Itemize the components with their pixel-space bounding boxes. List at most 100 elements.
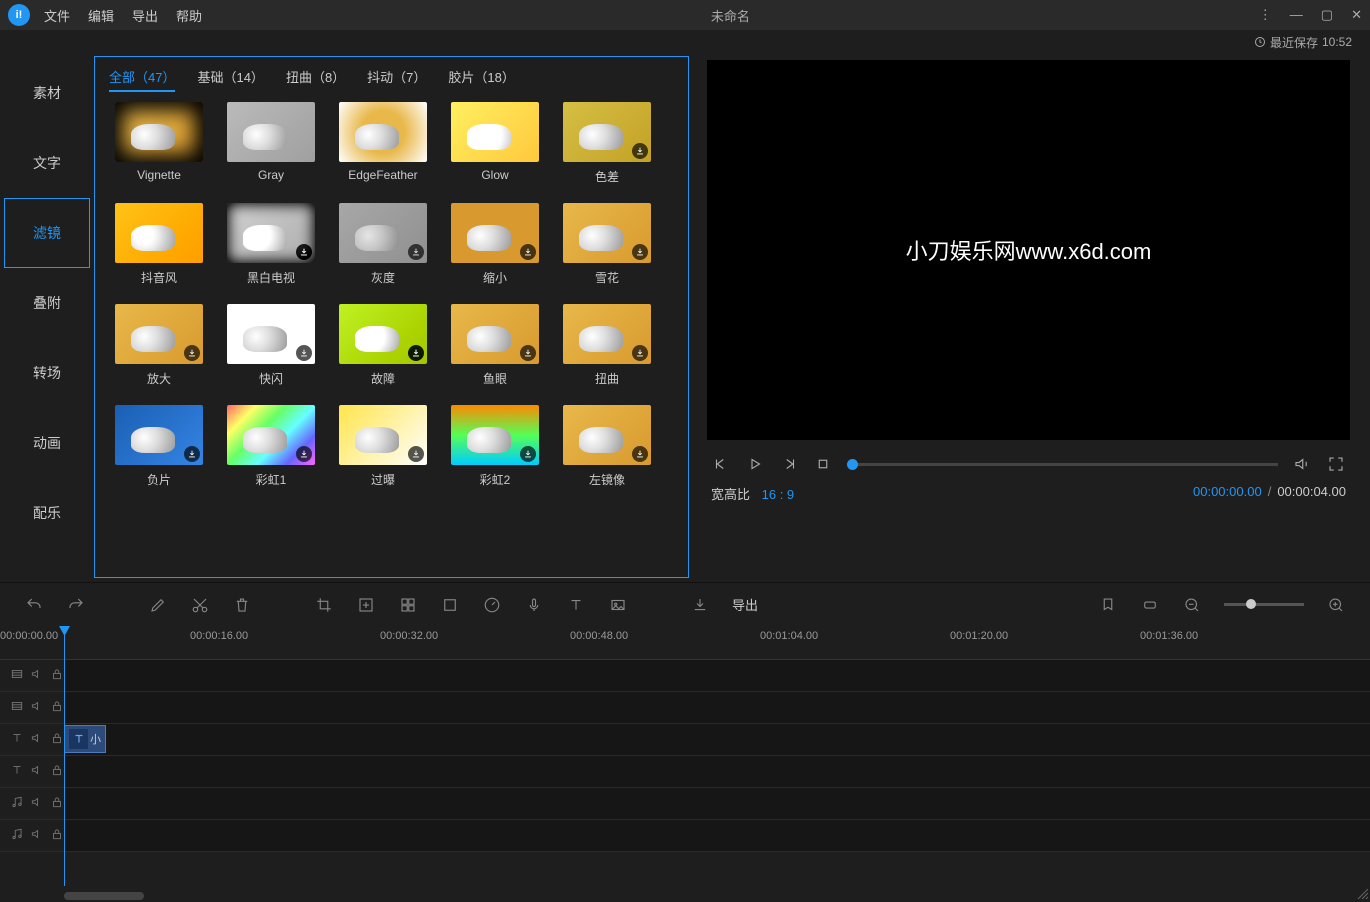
mute-icon[interactable]: [30, 731, 44, 748]
minimize-button[interactable]: —: [1290, 7, 1303, 23]
sidebar-item-4[interactable]: 转场: [0, 338, 94, 408]
download-icon[interactable]: [408, 244, 424, 260]
delete-icon[interactable]: [232, 595, 252, 615]
lock-icon[interactable]: [50, 795, 64, 812]
text-tool-icon[interactable]: [566, 595, 586, 615]
crop-icon[interactable]: [314, 595, 334, 615]
sidebar-item-6[interactable]: 配乐: [0, 478, 94, 548]
filter-Gray[interactable]: Gray: [221, 102, 321, 185]
more-icon[interactable]: ⋮: [1259, 7, 1272, 23]
export-icon[interactable]: [690, 595, 710, 615]
filter-黑白电视[interactable]: 黑白电视: [221, 203, 321, 286]
add-icon[interactable]: [356, 595, 376, 615]
download-icon[interactable]: [632, 143, 648, 159]
resize-grip[interactable]: [1356, 887, 1368, 899]
track-2[interactable]: 小: [0, 724, 1370, 756]
download-icon[interactable]: [408, 446, 424, 462]
grid-icon[interactable]: [398, 595, 418, 615]
filter-彩虹1[interactable]: 彩虹1: [221, 405, 321, 488]
filter-过曝[interactable]: 过曝: [333, 405, 433, 488]
prev-frame-button[interactable]: [711, 454, 731, 474]
close-button[interactable]: ✕: [1351, 7, 1362, 23]
filter-放大[interactable]: 放大: [109, 304, 209, 387]
download-icon[interactable]: [520, 446, 536, 462]
track-1[interactable]: [0, 692, 1370, 724]
mute-icon[interactable]: [30, 795, 44, 812]
lock-icon[interactable]: [50, 763, 64, 780]
filter-tab-3[interactable]: 抖动（7）: [367, 67, 426, 92]
lock-icon[interactable]: [50, 827, 64, 844]
pen-icon[interactable]: [148, 595, 168, 615]
lock-icon[interactable]: [50, 667, 64, 684]
download-icon[interactable]: [520, 345, 536, 361]
filter-雪花[interactable]: 雪花: [557, 203, 657, 286]
zoom-slider[interactable]: [1224, 603, 1304, 606]
download-icon[interactable]: [632, 345, 648, 361]
volume-button[interactable]: [1292, 454, 1312, 474]
export-button[interactable]: 导出: [732, 595, 758, 614]
track-0[interactable]: [0, 660, 1370, 692]
download-icon[interactable]: [184, 446, 200, 462]
filter-tab-0[interactable]: 全部（47）: [109, 67, 175, 92]
sidebar-item-1[interactable]: 文字: [0, 128, 94, 198]
filter-tab-1[interactable]: 基础（14）: [197, 67, 263, 92]
download-icon[interactable]: [520, 244, 536, 260]
filter-扭曲[interactable]: 扭曲: [557, 304, 657, 387]
play-button[interactable]: [745, 454, 765, 474]
frame-icon[interactable]: [440, 595, 460, 615]
filter-EdgeFeather[interactable]: EdgeFeather: [333, 102, 433, 185]
filter-抖音风[interactable]: 抖音风: [109, 203, 209, 286]
filter-左镜像[interactable]: 左镜像: [557, 405, 657, 488]
lock-icon[interactable]: [50, 699, 64, 716]
undo-button[interactable]: [24, 595, 44, 615]
speed-icon[interactable]: [482, 595, 502, 615]
fit-icon[interactable]: [1140, 595, 1160, 615]
download-icon[interactable]: [296, 446, 312, 462]
menu-0[interactable]: 文件: [44, 6, 70, 25]
filter-负片[interactable]: 负片: [109, 405, 209, 488]
download-icon[interactable]: [184, 345, 200, 361]
aspect-value[interactable]: 16 : 9: [762, 487, 795, 502]
menu-1[interactable]: 编辑: [88, 6, 114, 25]
image-icon[interactable]: [608, 595, 628, 615]
filter-灰度[interactable]: 灰度: [333, 203, 433, 286]
horizontal-scrollbar[interactable]: [64, 892, 144, 900]
download-icon[interactable]: [296, 244, 312, 260]
lock-icon[interactable]: [50, 731, 64, 748]
filter-色差[interactable]: 色差: [557, 102, 657, 185]
filter-故障[interactable]: 故障: [333, 304, 433, 387]
menu-3[interactable]: 帮助: [176, 6, 202, 25]
sidebar-item-3[interactable]: 叠附: [0, 268, 94, 338]
text-clip[interactable]: 小: [64, 725, 106, 753]
menu-2[interactable]: 导出: [132, 6, 158, 25]
mute-icon[interactable]: [30, 699, 44, 716]
playhead[interactable]: [64, 626, 65, 886]
download-icon[interactable]: [632, 244, 648, 260]
track-4[interactable]: [0, 788, 1370, 820]
track-5[interactable]: [0, 820, 1370, 852]
filter-tab-4[interactable]: 胶片（18）: [448, 67, 514, 92]
download-icon[interactable]: [408, 345, 424, 361]
mic-icon[interactable]: [524, 595, 544, 615]
track-3[interactable]: [0, 756, 1370, 788]
filter-鱼眼[interactable]: 鱼眼: [445, 304, 545, 387]
filter-快闪[interactable]: 快闪: [221, 304, 321, 387]
redo-button[interactable]: [66, 595, 86, 615]
filter-Glow[interactable]: Glow: [445, 102, 545, 185]
download-icon[interactable]: [296, 345, 312, 361]
next-frame-button[interactable]: [779, 454, 799, 474]
maximize-button[interactable]: ▢: [1321, 7, 1333, 23]
mute-icon[interactable]: [30, 827, 44, 844]
filter-tab-2[interactable]: 扭曲（8）: [286, 67, 345, 92]
marker-icon[interactable]: [1098, 595, 1118, 615]
mute-icon[interactable]: [30, 763, 44, 780]
stop-button[interactable]: [813, 454, 833, 474]
sidebar-item-2[interactable]: 滤镜: [4, 198, 90, 268]
sidebar-item-5[interactable]: 动画: [0, 408, 94, 478]
sidebar-item-0[interactable]: 素材: [0, 58, 94, 128]
fullscreen-button[interactable]: [1326, 454, 1346, 474]
download-icon[interactable]: [632, 446, 648, 462]
filter-Vignette[interactable]: Vignette: [109, 102, 209, 185]
filter-缩小[interactable]: 缩小: [445, 203, 545, 286]
zoom-in-button[interactable]: [1326, 595, 1346, 615]
